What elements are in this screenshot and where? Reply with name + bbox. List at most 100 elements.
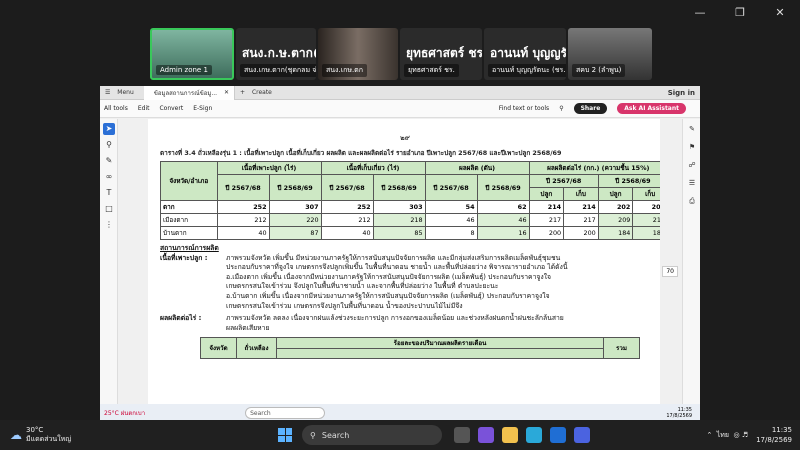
- zoom-icon[interactable]: ⚲: [103, 139, 115, 151]
- cell: 211: [632, 213, 660, 227]
- table-caption: ตารางที่ 3.4 ถั่วเหลืองรุ่น 1 : เนื้อที่…: [160, 149, 562, 157]
- clock[interactable]: 11:35 17/8/2569: [756, 425, 792, 445]
- menu-convert[interactable]: Convert: [159, 105, 183, 112]
- cell: 16: [476, 226, 530, 240]
- left-toolbar: ➤ ⚲ ✎ ∞ T □ ⋮: [100, 119, 118, 420]
- pen-icon[interactable]: ✎: [103, 155, 115, 167]
- participant-name: สนง.เกษ.ตก: [322, 64, 367, 77]
- pdf-page: ๒๙ ตารางที่ 3.4 ถั่วเหลืองรุ่น 1 : เนื้อ…: [148, 119, 660, 420]
- close-icon[interactable]: ✕: [760, 0, 800, 24]
- layers-icon[interactable]: ☰: [686, 179, 698, 191]
- menu-edit[interactable]: Edit: [138, 105, 150, 112]
- col-year: ปี 2567/68: [424, 174, 478, 201]
- bookmark-icon[interactable]: ⚑: [686, 143, 698, 155]
- participant-tile[interactable]: สนง.ก.ษ.ตาก(ชุ... สนง.เกษ.ตาก(ชุดกลม จ่ช…: [236, 28, 316, 80]
- col-harvested: เนื้อที่เก็บเกี่ยว (ไร่): [320, 161, 426, 175]
- maximize-icon[interactable]: ❐: [720, 0, 760, 24]
- participant-name: สคบ 2 (ลำพูน): [572, 64, 626, 77]
- find-tools[interactable]: Find text or tools: [499, 105, 549, 112]
- text-icon[interactable]: T: [103, 187, 115, 199]
- col-year: ปี 2568/69: [268, 174, 322, 201]
- minimize-icon[interactable]: —: [680, 0, 720, 24]
- participant-name: สนง.เกษ.ตาก(ชุดกลม จ่ชุม): [240, 64, 316, 77]
- section-heading: สถานการณ์การผลิต: [160, 244, 219, 252]
- shared-search-label: Search: [250, 409, 271, 417]
- sign-in-button[interactable]: Sign in: [663, 89, 700, 97]
- planted-label: เนื้อที่เพาะปลูก :: [160, 253, 208, 262]
- col-monthly: ร้อยละของปริมาณผลผลิตรายเดือน: [276, 337, 604, 350]
- edge-icon[interactable]: [526, 427, 542, 443]
- table-row: เมืองตาก 212 220 212 218 46 46 217 217 2…: [160, 213, 660, 227]
- col-yield: ผลผลิตต่อไร่ (กก.) (ความชื้น 15%): [528, 161, 660, 175]
- cell: 40: [320, 226, 374, 240]
- create-button[interactable]: + Create: [235, 89, 282, 96]
- taskbar-search[interactable]: ⚲ Search: [302, 425, 442, 445]
- participant-tile[interactable]: สนง.เกษ.ตก: [318, 28, 398, 80]
- document-tab[interactable]: ข้อมูลสถานการณ์ข้อมู... ✕: [143, 85, 235, 100]
- cell: 220: [268, 213, 322, 227]
- cell: 303: [372, 200, 426, 214]
- col-harvest: เก็บ: [632, 187, 660, 201]
- zoom-level[interactable]: 70: [662, 266, 678, 277]
- col-province: จังหวัด: [200, 337, 237, 360]
- stamp-icon[interactable]: □: [103, 203, 115, 215]
- app-icon[interactable]: [550, 427, 566, 443]
- attach-icon[interactable]: ☍: [686, 161, 698, 173]
- table-row: บ้านตาก 40 87 40 85 8 16 200 200 184 188: [160, 226, 660, 240]
- ai-assistant-button[interactable]: Ask AI Assistant: [617, 103, 686, 114]
- paragraph-line: เกษตรกรสนใจเข้าร่วม เกษตรกรจึงปลูกในพื้น…: [226, 301, 463, 310]
- search-icon[interactable]: ⚲: [559, 105, 563, 112]
- wifi-icon[interactable]: ◎: [733, 431, 739, 439]
- participant-name: Admin zone 1: [156, 65, 212, 75]
- menu-all-tools[interactable]: All tools: [104, 105, 128, 112]
- comment-icon[interactable]: ✎: [686, 125, 698, 137]
- paragraph-line: ประกอบกับราคาที่จูงใจ เกษตรกรจึงปลูกเพิ่…: [226, 263, 568, 272]
- draw-icon[interactable]: ∞: [103, 171, 115, 183]
- paragraph-line: อ.เมืองตาก เพิ่มขึ้น เนื่องจากมีหน่วยงาน…: [226, 272, 552, 281]
- cell: 217: [563, 213, 599, 227]
- paragraph-line: ภาพรวมจังหวัด ลดลง เนื่องจากฝนแล้งช่วงระ…: [226, 314, 564, 323]
- menu-esign[interactable]: E-Sign: [193, 105, 212, 112]
- shared-search: Search: [245, 407, 326, 419]
- cell: 212: [320, 213, 374, 227]
- cell: 307: [268, 200, 322, 214]
- participant-tile[interactable]: สคบ 2 (ลำพูน): [568, 28, 652, 80]
- cell: 87: [268, 226, 322, 240]
- col-harvest: เก็บ: [563, 187, 599, 201]
- volume-icon[interactable]: ♬: [742, 431, 748, 439]
- shared-weather: 25°C ฝนตกเบา: [104, 410, 146, 417]
- chat-icon[interactable]: [478, 427, 494, 443]
- month-cells: [276, 348, 604, 360]
- participant-tile[interactable]: ยุทธศาสตร์ ชร. ยุทธศาสตร์ ชร.: [400, 28, 482, 80]
- page-number: ๒๙: [400, 134, 410, 142]
- meeting-app-icon[interactable]: [574, 427, 590, 443]
- participant-strip: Admin zone 1 สนง.ก.ษ.ตาก(ชุ... สนง.เกษ.ต…: [0, 26, 800, 82]
- explorer-icon[interactable]: [502, 427, 518, 443]
- share-button[interactable]: Share: [573, 103, 608, 114]
- cell: 188: [632, 226, 660, 240]
- col-year: ปี 2568/69: [476, 174, 530, 201]
- col-province: จังหวัด/อำเภอ: [160, 161, 218, 201]
- participant-tile[interactable]: อานนท์ บุญญรัตน... อานนท์ บุญญรัตนะ (ชร.…: [484, 28, 566, 80]
- paragraph-line: ผลผลิตเสียหาย: [226, 323, 270, 332]
- menu-button[interactable]: ☰ Menu: [100, 89, 144, 96]
- cloud-icon: ☁: [10, 427, 22, 442]
- start-icon[interactable]: [278, 428, 292, 442]
- col-year: ปี 2567/68: [216, 174, 270, 201]
- weather-widget[interactable]: ☁ 30°C มีแดดส่วนใหญ่: [10, 426, 71, 444]
- print-icon[interactable]: ⎙: [686, 197, 698, 209]
- cell: 217: [528, 213, 565, 227]
- more-tools-icon[interactable]: ⋮: [103, 219, 115, 231]
- participant-big-name: ยุทธศาสตร์ ชร.: [406, 46, 482, 60]
- chevron-up-icon[interactable]: ⌃: [706, 431, 712, 439]
- paragraph-line: ภาพรวมจังหวัด เพิ่มขึ้น มีหน่วยงานภาครัฐ…: [226, 253, 561, 262]
- tab-bar: ☰ Menu ข้อมูลสถานการณ์ข้อมู... ✕ + Creat…: [100, 85, 700, 100]
- situation-section: สถานการณ์การผลิต เนื้อที่เพาะปลูก : ภาพรว…: [160, 244, 650, 333]
- participant-tile[interactable]: Admin zone 1: [150, 28, 234, 80]
- cell: 40: [216, 226, 270, 240]
- taskview-icon[interactable]: [454, 427, 470, 443]
- cell: 46: [424, 213, 478, 227]
- select-icon[interactable]: ➤: [103, 123, 115, 135]
- language-indicator[interactable]: ไทย: [717, 430, 729, 441]
- cell: 54: [424, 200, 478, 214]
